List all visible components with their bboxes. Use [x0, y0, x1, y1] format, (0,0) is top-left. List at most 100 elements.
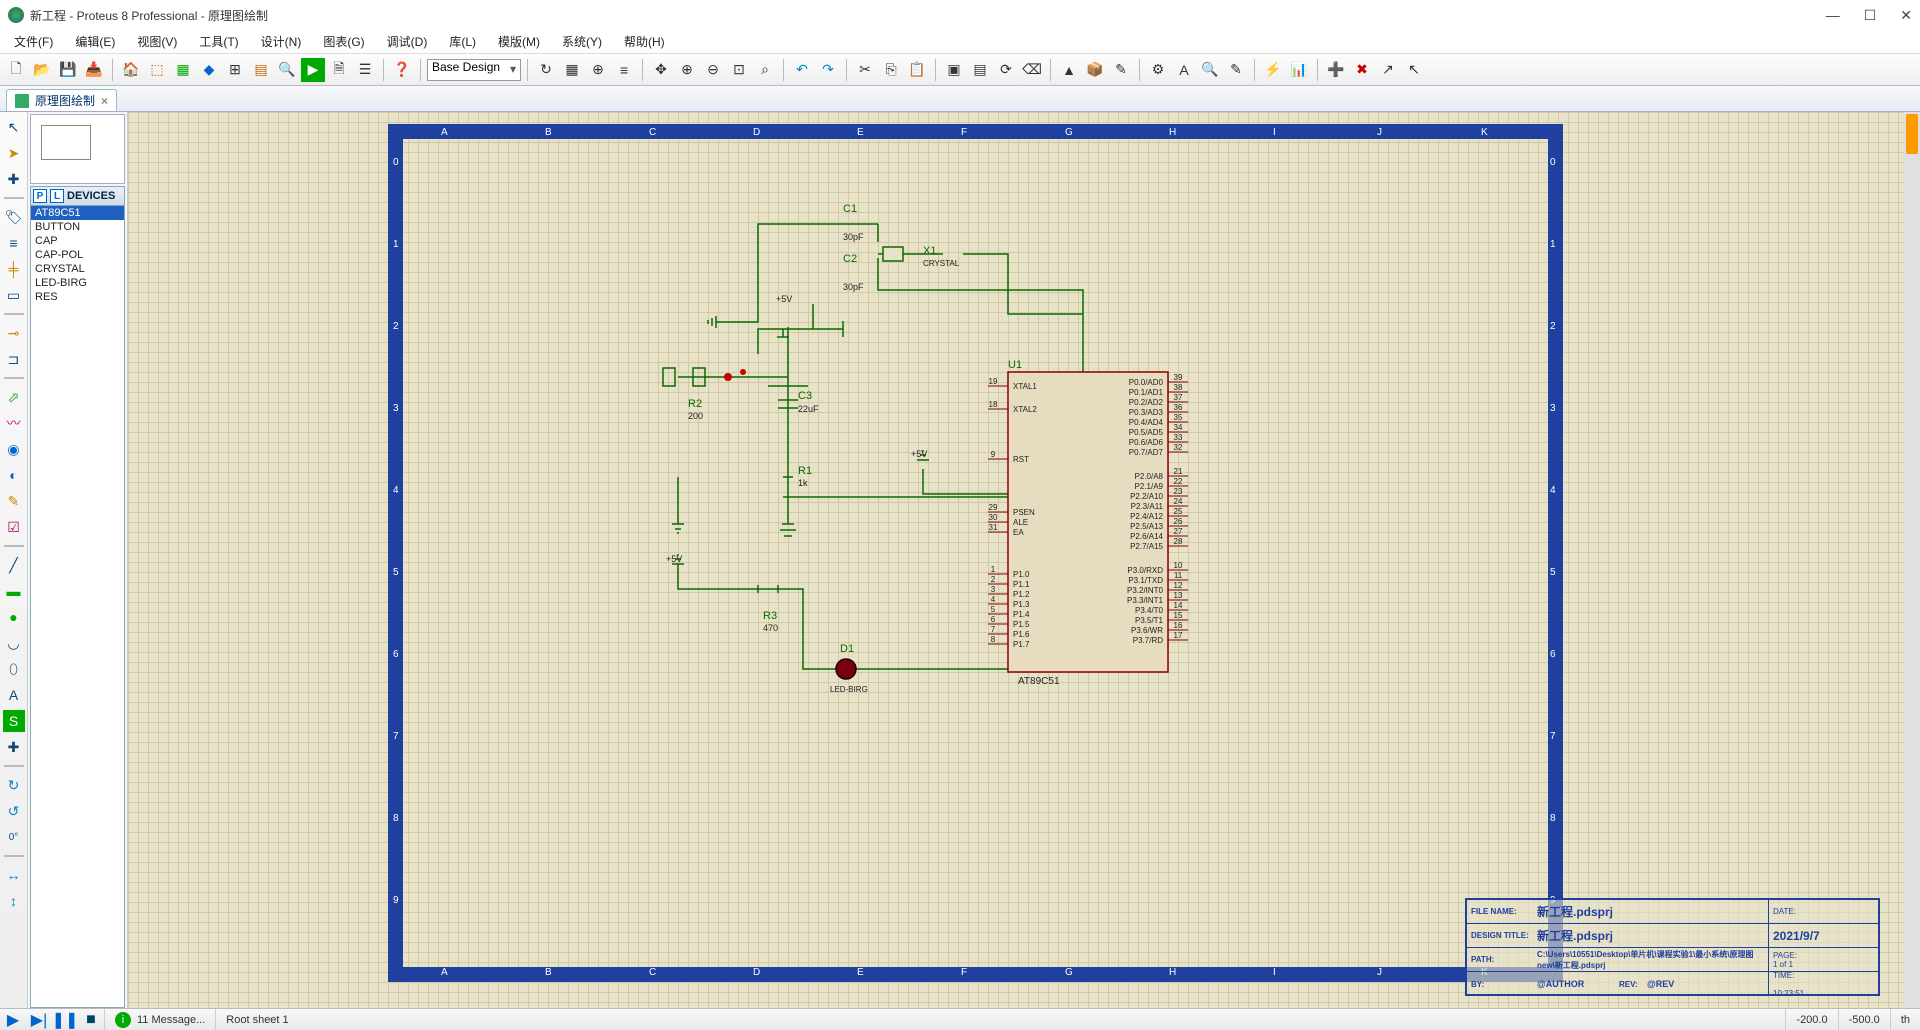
- device-list-item[interactable]: CRYSTAL: [31, 262, 124, 276]
- menu-item[interactable]: 编辑(E): [65, 31, 125, 52]
- menu-item[interactable]: 模版(M): [488, 31, 550, 52]
- variant-icon[interactable]: ▶: [301, 58, 325, 82]
- package-icon[interactable]: 📦: [1083, 58, 1107, 82]
- layers-icon[interactable]: ≡: [612, 58, 636, 82]
- probe-v-icon[interactable]: ◐: [3, 464, 25, 486]
- property-icon[interactable]: ✎: [1224, 58, 1248, 82]
- menu-item[interactable]: 工具(T): [189, 31, 248, 52]
- zoom-fit-icon[interactable]: ⊡: [727, 58, 751, 82]
- rotate-cw-icon[interactable]: ↻: [3, 774, 25, 796]
- goto-sheet-icon[interactable]: ↗: [1376, 58, 1400, 82]
- mirror-v-icon[interactable]: ↕: [3, 890, 25, 912]
- schematic-icon[interactable]: ⬚: [145, 58, 169, 82]
- redo-icon[interactable]: ↷: [816, 58, 840, 82]
- annotate-icon[interactable]: A: [1172, 58, 1196, 82]
- junction-mode-icon[interactable]: ✚: [3, 168, 25, 190]
- zoom-area-icon[interactable]: ⌕: [753, 58, 777, 82]
- box-2d-icon[interactable]: ▬: [3, 580, 25, 602]
- device-list-item[interactable]: AT89C51: [31, 206, 124, 220]
- zoom-in-icon[interactable]: ⊕: [675, 58, 699, 82]
- refresh-icon[interactable]: ↻: [534, 58, 558, 82]
- device-list-item[interactable]: RES: [31, 290, 124, 304]
- overview-window[interactable]: [30, 114, 125, 184]
- device-pins-icon[interactable]: ⊐: [3, 348, 25, 370]
- menu-item[interactable]: 库(L): [439, 31, 486, 52]
- instrument-icon[interactable]: ☑: [3, 516, 25, 538]
- graph-mode-icon[interactable]: ⬀: [3, 386, 25, 408]
- stop-icon[interactable]: ■: [78, 1010, 104, 1030]
- pcb-icon[interactable]: ▦: [171, 58, 195, 82]
- menu-item[interactable]: 系统(Y): [552, 31, 612, 52]
- block-rotate-icon[interactable]: ⟳: [994, 58, 1018, 82]
- probe-i-icon[interactable]: ✎: [3, 490, 25, 512]
- vertical-scrollbar[interactable]: [1904, 112, 1920, 1008]
- list-icon[interactable]: ☰: [353, 58, 377, 82]
- copy-icon[interactable]: ⎘: [879, 58, 903, 82]
- wire-label-icon[interactable]: 🏷: [3, 206, 25, 228]
- l-button[interactable]: L: [50, 189, 64, 203]
- tab-close-icon[interactable]: ×: [101, 94, 108, 108]
- arc-2d-icon[interactable]: ◡: [3, 632, 25, 654]
- compile-icon[interactable]: ⚡: [1261, 58, 1285, 82]
- circle-2d-icon[interactable]: ●: [3, 606, 25, 628]
- wire-autoroute-icon[interactable]: ⚙: [1146, 58, 1170, 82]
- home-icon[interactable]: 🏠: [119, 58, 143, 82]
- block-move-icon[interactable]: ▤: [968, 58, 992, 82]
- menu-item[interactable]: 帮助(H): [614, 31, 675, 52]
- pause-icon[interactable]: ❚❚: [52, 1010, 78, 1030]
- decompose-icon[interactable]: ✎: [1109, 58, 1133, 82]
- device-list-item[interactable]: CAP: [31, 234, 124, 248]
- new-sheet-icon[interactable]: ➕: [1324, 58, 1348, 82]
- marker-2d-icon[interactable]: ✚: [3, 736, 25, 758]
- grid-icon[interactable]: ▦: [560, 58, 584, 82]
- open-file-icon[interactable]: 📂: [30, 58, 54, 82]
- save-icon[interactable]: 💾: [56, 58, 80, 82]
- menu-item[interactable]: 视图(V): [127, 31, 187, 52]
- delete-sheet-icon[interactable]: ✖: [1350, 58, 1374, 82]
- close-button[interactable]: ✕: [1900, 7, 1912, 24]
- menu-item[interactable]: 图表(G): [313, 31, 374, 52]
- generator-icon[interactable]: ◉: [3, 438, 25, 460]
- paste-icon[interactable]: 📋: [905, 58, 929, 82]
- symbol-2d-icon[interactable]: S: [3, 710, 25, 732]
- subcircuit-icon[interactable]: ▭: [3, 284, 25, 306]
- doc-icon[interactable]: 🗎: [327, 58, 351, 82]
- tape-icon[interactable]: 〰: [3, 412, 25, 434]
- pan-icon[interactable]: ✥: [649, 58, 673, 82]
- undo-icon[interactable]: ↶: [790, 58, 814, 82]
- angle-icon[interactable]: 0°: [3, 826, 25, 848]
- tab-schematic[interactable]: 原理图绘制 ×: [6, 89, 117, 111]
- block-delete-icon[interactable]: ⌫: [1020, 58, 1044, 82]
- bom-icon[interactable]: ▤: [249, 58, 273, 82]
- schematic-canvas[interactable]: ABCDEFGHIJK ABCDEFGHIJK 0123456789 01234…: [128, 112, 1920, 1008]
- devices-list[interactable]: AT89C51BUTTONCAPCAP-POLCRYSTALLED-BIRGRE…: [30, 206, 125, 1008]
- new-file-icon[interactable]: 🗋: [4, 58, 28, 82]
- cut-icon[interactable]: ✂: [853, 58, 877, 82]
- rotate-ccw-icon[interactable]: ↺: [3, 800, 25, 822]
- import-icon[interactable]: 📥: [82, 58, 106, 82]
- menu-item[interactable]: 设计(N): [251, 31, 312, 52]
- device-list-item[interactable]: CAP-POL: [31, 248, 124, 262]
- device-list-item[interactable]: LED-BIRG: [31, 276, 124, 290]
- step-icon[interactable]: ▶|: [26, 1010, 52, 1030]
- block-copy-icon[interactable]: ▣: [942, 58, 966, 82]
- help-icon[interactable]: ❓: [390, 58, 414, 82]
- selection-mode-icon[interactable]: ↖: [3, 116, 25, 138]
- maximize-button[interactable]: ☐: [1864, 7, 1877, 24]
- minimize-button[interactable]: —: [1826, 7, 1840, 24]
- p-button[interactable]: P: [33, 189, 47, 203]
- find-icon[interactable]: 🔍: [1198, 58, 1222, 82]
- design-variant-select[interactable]: Base Design: [427, 59, 521, 81]
- path-2d-icon[interactable]: ⬯: [3, 658, 25, 680]
- mirror-h-icon[interactable]: ↔: [3, 864, 25, 886]
- search-icon[interactable]: 🔍: [275, 58, 299, 82]
- device-list-item[interactable]: BUTTON: [31, 220, 124, 234]
- text-script-icon[interactable]: ≡: [3, 232, 25, 254]
- messages-panel[interactable]: i 11 Message...: [104, 1009, 215, 1030]
- terminal-icon[interactable]: ⊸: [3, 322, 25, 344]
- origin-icon[interactable]: ⊕: [586, 58, 610, 82]
- line-2d-icon[interactable]: ╱: [3, 554, 25, 576]
- pick-icon[interactable]: ▲: [1057, 58, 1081, 82]
- menu-item[interactable]: 文件(F): [4, 31, 63, 52]
- menu-item[interactable]: 调试(D): [377, 31, 438, 52]
